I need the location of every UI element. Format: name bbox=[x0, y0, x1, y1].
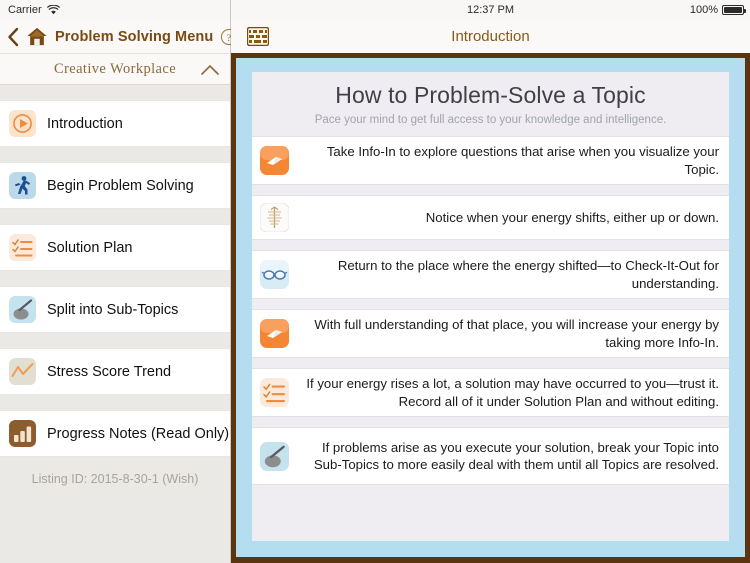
mallet-icon bbox=[260, 441, 289, 471]
sidebar-menu-list: Introduction Begin Problem Solving Solut… bbox=[0, 85, 230, 563]
menu-gap bbox=[0, 147, 230, 162]
list-item[interactable]: With full understanding of that place, y… bbox=[252, 309, 729, 358]
play-circle-icon bbox=[9, 110, 36, 137]
listing-id-label: Listing ID: 2015-8-30-1 (Wish) bbox=[0, 457, 230, 563]
app-window: Carrier Problem Solving Menu ? Creative … bbox=[0, 0, 750, 563]
battery-indicator: 100% bbox=[689, 4, 746, 16]
card-title: How to Problem-Solve a Topic bbox=[335, 82, 646, 108]
sidebar-item-solution-plan[interactable]: Solution Plan bbox=[0, 224, 230, 271]
menu-gap bbox=[0, 333, 230, 348]
home-icon[interactable] bbox=[26, 26, 48, 47]
sidebar-item-begin-problem-solving[interactable]: Begin Problem Solving bbox=[0, 162, 230, 209]
sidebar-item-label: Progress Notes (Read Only) bbox=[47, 425, 230, 442]
menu-gap bbox=[0, 395, 230, 410]
list-item[interactable]: Return to the place where the energy shi… bbox=[252, 250, 729, 299]
menu-gap bbox=[0, 271, 230, 286]
mallet-icon bbox=[9, 296, 36, 323]
sidebar: Carrier Problem Solving Menu ? Creative … bbox=[0, 0, 238, 563]
chevron-up-icon[interactable] bbox=[200, 63, 220, 76]
line-chart-icon bbox=[9, 358, 36, 385]
sidebar-item-progress-notes[interactable]: Progress Notes (Read Only) bbox=[0, 410, 230, 457]
sidebar-item-label: Solution Plan bbox=[47, 239, 133, 256]
list-item-text: Take Info-In to explore questions that a… bbox=[326, 144, 719, 177]
main-nav-bar: Introduction bbox=[231, 20, 750, 53]
checklist-icon bbox=[9, 234, 36, 261]
menu-gap bbox=[0, 209, 230, 224]
list-item[interactable]: If your energy rises a lot, a solution m… bbox=[252, 368, 729, 417]
sidebar-item-split-into-sub-topics[interactable]: Split into Sub-Topics bbox=[0, 286, 230, 333]
instruction-card: How to Problem-Solve a Topic Pace your m… bbox=[252, 72, 729, 541]
list-item[interactable]: Notice when your energy shifts, either u… bbox=[252, 195, 729, 240]
content-frame: How to Problem-Solve a Topic Pace your m… bbox=[231, 53, 750, 563]
checklist-icon bbox=[260, 378, 289, 407]
card-subtitle: Pace your mind to get full access to you… bbox=[314, 114, 667, 126]
section-title: Creative Workplace bbox=[53, 60, 177, 77]
menu-gap bbox=[0, 85, 230, 100]
card-header: How to Problem-Solve a Topic Pace your m… bbox=[252, 72, 729, 136]
status-time: 12:37 PM bbox=[466, 4, 515, 16]
energy-stalk-icon bbox=[259, 202, 290, 233]
carrier-label: Carrier bbox=[8, 4, 42, 16]
sidebar-item-label: Stress Score Trend bbox=[47, 363, 172, 380]
runner-icon bbox=[9, 172, 36, 199]
status-bar-right: 12:37 PM 100% bbox=[231, 0, 750, 20]
info-in-orange-icon bbox=[260, 146, 289, 175]
main-panel: 12:37 PM 100% Introduction How to Proble… bbox=[231, 0, 750, 563]
sidebar-item-introduction[interactable]: Introduction bbox=[0, 100, 230, 147]
steps-list: Take Info-In to explore questions that a… bbox=[252, 136, 729, 485]
list-item-text: If problems arise as you execute your so… bbox=[313, 439, 719, 473]
section-header-creative-workplace[interactable]: Creative Workplace bbox=[0, 54, 230, 85]
glasses-icon bbox=[260, 260, 289, 289]
info-in-orange-icon bbox=[260, 319, 289, 348]
bar-chart-icon bbox=[9, 420, 36, 447]
page-title: Problem Solving Menu bbox=[55, 28, 214, 45]
sidebar-nav-bar: Problem Solving Menu ? bbox=[0, 20, 238, 54]
list-item[interactable]: Take Info-In to explore questions that a… bbox=[252, 136, 729, 185]
list-item-text: Notice when your energy shifts, either u… bbox=[425, 209, 719, 225]
sidebar-item-label: Introduction bbox=[47, 115, 123, 132]
list-item[interactable]: If problems arise as you execute your so… bbox=[252, 427, 729, 485]
sidebar-item-stress-score-trend[interactable]: Stress Score Trend bbox=[0, 348, 230, 395]
list-item-text: With full understanding of that place, y… bbox=[314, 317, 719, 350]
wifi-icon bbox=[46, 4, 60, 15]
status-bar-left: Carrier bbox=[0, 0, 230, 20]
sidebar-item-label: Split into Sub-Topics bbox=[47, 301, 179, 318]
back-chevron-icon[interactable] bbox=[7, 27, 19, 47]
list-item-text: Return to the place where the energy shi… bbox=[337, 258, 719, 291]
battery-percent-label: 100% bbox=[689, 4, 718, 16]
main-page-title: Introduction bbox=[451, 28, 530, 45]
battery-full-icon bbox=[722, 5, 746, 15]
list-item-text: If your energy rises a lot, a solution m… bbox=[306, 376, 719, 409]
sidebar-item-label: Begin Problem Solving bbox=[47, 177, 194, 194]
